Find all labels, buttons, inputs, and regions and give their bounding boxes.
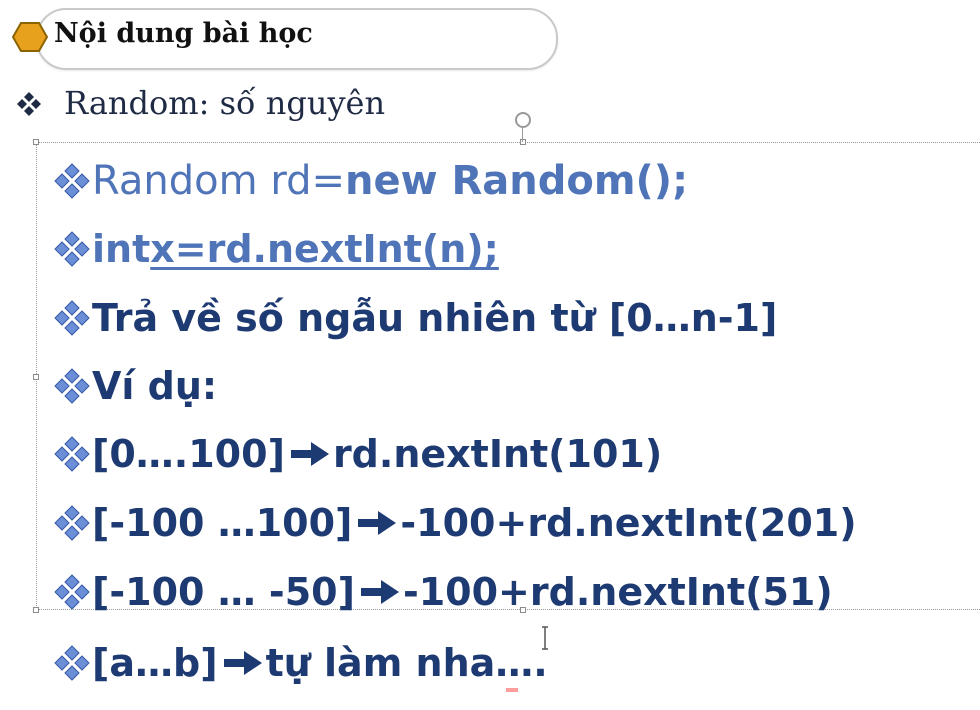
example-label-line: Ví dụ:	[52, 358, 217, 414]
next-int-call: x=rd.nextInt(n);	[150, 227, 499, 271]
lesson-title: Nội dung bài học	[54, 18, 313, 49]
range-description-line: Trả về số ngẫu nhiên từ [0…n-1]	[52, 290, 777, 346]
example-line-minus-100-100: [-100 …100] -100+rd.nextInt(201)	[52, 495, 857, 551]
example-expression: tự làm nha….	[265, 641, 548, 685]
hexagon-icon	[12, 22, 48, 52]
right-arrow-icon	[360, 580, 399, 604]
random-constructor-text: new Random();	[344, 158, 689, 204]
example-line-0-100: [0….100] rd.nextInt(101)	[52, 426, 662, 482]
random-declaration-text: Random rd=	[92, 158, 345, 204]
int-keyword: int	[92, 227, 151, 271]
rotate-handle-icon[interactable]	[515, 112, 531, 128]
four-diamond-bullet-icon	[54, 163, 90, 199]
selection-handle[interactable]	[33, 374, 39, 380]
code-line-next-int: int x=rd.nextInt(n);	[52, 221, 499, 277]
four-diamond-bullet-icon	[54, 436, 90, 472]
selection-handle[interactable]	[520, 139, 526, 145]
example-line-a-b: [a…b] tự làm nha….	[52, 635, 548, 691]
four-diamond-bullet-icon	[54, 368, 90, 404]
example-range: [a…b]	[92, 641, 218, 685]
right-arrow-icon	[358, 511, 397, 535]
example-range: [0….100]	[92, 432, 285, 476]
right-arrow-icon	[223, 651, 262, 675]
text-cursor-icon	[542, 626, 548, 650]
four-diamond-bullet-icon	[54, 231, 90, 267]
four-diamond-bullet-icon	[17, 92, 41, 116]
example-label: Ví dụ:	[92, 364, 218, 408]
slide-marker	[506, 688, 518, 692]
example-line-minus-100-minus-50: [-100 … -50] -100+rd.nextInt(51)	[52, 564, 833, 620]
code-line-random-object: Random rd= new Random();	[52, 153, 688, 209]
four-diamond-bullet-icon	[54, 574, 90, 610]
example-expression: -100+rd.nextInt(51)	[402, 570, 833, 614]
four-diamond-bullet-icon	[54, 645, 90, 681]
four-diamond-bullet-icon	[54, 300, 90, 336]
four-diamond-bullet-icon	[54, 505, 90, 541]
example-expression: -100+rd.nextInt(201)	[400, 501, 857, 545]
example-range: [-100 … -50]	[92, 570, 355, 614]
right-arrow-icon	[290, 442, 329, 466]
rotate-handle-stem	[522, 128, 523, 142]
example-expression: rd.nextInt(101)	[332, 432, 663, 476]
selection-handle[interactable]	[33, 139, 39, 145]
example-range: [-100 …100]	[92, 501, 353, 545]
selection-handle[interactable]	[33, 607, 39, 613]
topic-heading: Random: số nguyên	[64, 84, 386, 122]
range-description: Trả về số ngẫu nhiên từ [0…n-1]	[92, 296, 778, 340]
